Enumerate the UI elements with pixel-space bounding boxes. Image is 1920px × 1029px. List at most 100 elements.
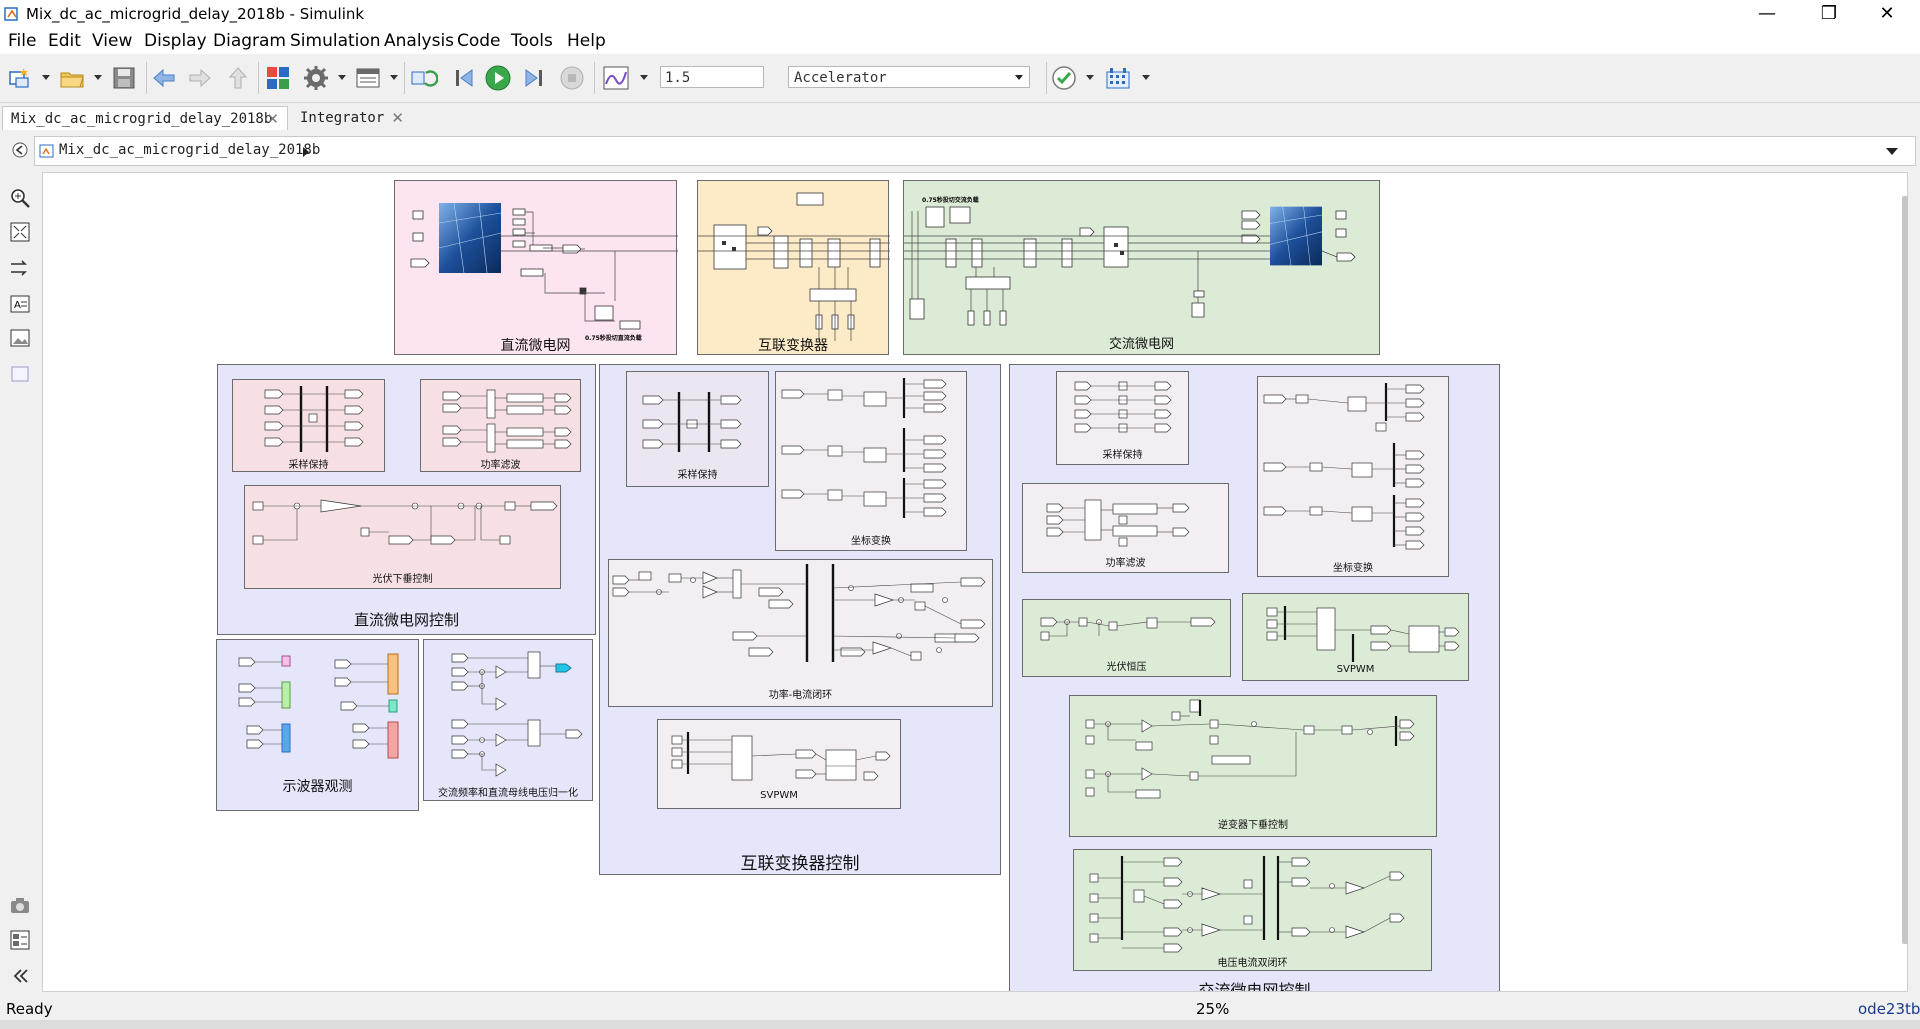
subsystem-dc-power-filter[interactable]: 功率滤波 [420, 379, 581, 472]
chevron-down-icon[interactable] [1086, 75, 1094, 80]
menu-code[interactable]: Code [457, 31, 501, 51]
chevron-down-icon[interactable] [640, 75, 648, 80]
stop-icon[interactable] [558, 64, 586, 92]
chevron-down-icon[interactable] [1142, 75, 1150, 80]
arrow-icon[interactable] [8, 256, 32, 280]
subsystem-ac-sample-hold[interactable]: 采样保持 [1056, 371, 1189, 465]
annotation-icon[interactable]: A [8, 292, 32, 316]
subsystem-ac-svpwm[interactable]: SVPWM [1242, 593, 1469, 681]
area-icon[interactable] [8, 362, 32, 386]
subsystem-ic-svpwm[interactable]: SVPWM [657, 719, 901, 809]
subsystem-label: 功率滤波 [480, 460, 521, 471]
interlink-converter-wiring [698, 192, 890, 341]
chevron-down-icon[interactable] [1885, 146, 1899, 156]
model-advisor-icon[interactable] [1050, 64, 1078, 92]
forward-icon[interactable] [186, 64, 214, 92]
area-label: 互联变换器控制 [740, 854, 860, 874]
menu-simulation[interactable]: Simulation [290, 31, 381, 51]
menu-bar: File Edit View Display Diagram Simulatio… [0, 28, 1920, 54]
close-icon[interactable]: ✕ [266, 107, 279, 131]
area-interlink-converter[interactable]: 互联变换器 [697, 180, 890, 355]
step-forward-icon[interactable] [520, 64, 548, 92]
area-dc-grid-control[interactable]: 采样保持 功率滤波 光伏下垂控制 直流微电网控制 [217, 364, 596, 635]
chevron-right-icon[interactable] [301, 146, 311, 158]
coord-transform-wiring [781, 378, 947, 518]
menu-display[interactable]: Display [144, 31, 207, 51]
model-explorer-icon[interactable] [354, 64, 382, 92]
save-icon[interactable] [110, 64, 138, 92]
model-settings-icon[interactable] [302, 64, 330, 92]
build-icon[interactable] [1104, 64, 1132, 92]
subsystem-pv-boost[interactable]: 光伏恒压 [1022, 599, 1231, 677]
solver-link[interactable]: ode23tb [1858, 1000, 1920, 1018]
menu-tools[interactable]: Tools [511, 31, 553, 51]
subsystem-ac-coord-transform[interactable]: 坐标变换 [1257, 376, 1449, 577]
subsystem-dc-sample-hold[interactable]: 采样保持 [232, 379, 385, 472]
area-label: 互联变换器 [758, 338, 828, 354]
area-ac-grid-control[interactable]: 采样保持 坐标变换 功率滤波 光伏恒压 SVPWM 逆变器下垂控制 电压电流双闭… [1009, 364, 1500, 991]
collapse-palette-icon[interactable] [8, 964, 32, 988]
step-back-icon[interactable] [450, 64, 478, 92]
area-dc-microgrid[interactable]: 0.75秒投切直流负载 直流微电网 [394, 180, 678, 355]
menu-help[interactable]: Help [567, 31, 606, 51]
close-button[interactable]: ✕ [1864, 0, 1910, 28]
hide-explorer-icon[interactable] [10, 140, 30, 160]
dc-grid-wiring [410, 208, 678, 330]
model-browser-icon[interactable] [8, 928, 32, 952]
subsystem-ic-sample-hold[interactable]: 采样保持 [626, 371, 769, 487]
menu-view[interactable]: View [92, 31, 132, 51]
subsystem-ic-coord-transform[interactable]: 坐标变换 [775, 371, 967, 551]
window-title: Mix_dc_ac_microgrid_delay_2018b - Simuli… [26, 5, 365, 23]
open-icon[interactable] [58, 64, 86, 92]
subsystem-label: 采样保持 [1102, 450, 1143, 461]
up-icon[interactable] [224, 64, 252, 92]
chevron-down-icon[interactable] [390, 75, 398, 80]
model-canvas[interactable]: 0.75秒投切直流负载 直流微电网 互联变换器 0.75秒投切交流负载 交流微电… [42, 172, 1908, 992]
ac-load-note: 0.75秒投切交流负载 [922, 197, 979, 204]
menu-file[interactable]: File [8, 31, 36, 51]
vertical-scrollbar[interactable] [1902, 196, 1908, 944]
subsystem-label: 坐标变换 [1333, 563, 1373, 574]
chevron-down-icon[interactable] [338, 75, 346, 80]
screenshot-icon[interactable] [8, 894, 32, 918]
menu-edit[interactable]: Edit [48, 31, 81, 51]
close-icon[interactable]: ✕ [391, 106, 404, 130]
subsystem-label: 光伏恒压 [1106, 662, 1147, 673]
subsystem-label: 逆变器下垂控制 [1218, 820, 1288, 831]
subsystem-label: 光伏下垂控制 [372, 574, 433, 585]
tab-integrator[interactable]: Integrator ✕ [292, 106, 412, 130]
simulation-mode-select[interactable]: Accelerator [788, 66, 1030, 88]
subsystem-ac-power-filter[interactable]: 功率滤波 [1022, 483, 1229, 573]
zoom-icon[interactable] [8, 186, 32, 210]
image-icon[interactable] [8, 326, 32, 350]
subsystem-label: 采样保持 [677, 470, 718, 481]
breadcrumb-model[interactable]: Mix_dc_ac_microgrid_delay_2018b [59, 142, 320, 158]
data-inspector-icon[interactable] [602, 64, 630, 92]
menu-diagram[interactable]: Diagram [213, 31, 286, 51]
subsystem-ic-power-current-loop[interactable]: 功率-电流闭环 [608, 559, 993, 707]
subsystem-normalization[interactable]: 交流频率和直流母线电压归一化 [423, 639, 593, 801]
minimize-button[interactable]: — [1744, 0, 1790, 28]
subsystem-pv-droop-control[interactable]: 光伏下垂控制 [244, 485, 561, 589]
subsystem-voltage-current-loop[interactable]: 电压电流双闭环 [1073, 849, 1432, 971]
menu-analysis[interactable]: Analysis [384, 31, 454, 51]
chevron-down-icon[interactable] [94, 75, 102, 80]
stop-time-field[interactable]: 1.5 [660, 66, 764, 88]
area-ac-microgrid[interactable]: 0.75秒投切交流负载 交流微电网 [903, 180, 1380, 355]
back-icon[interactable] [150, 64, 178, 92]
subsystem-inverter-droop-control[interactable]: 逆变器下垂控制 [1069, 695, 1437, 837]
new-model-icon[interactable] [6, 64, 34, 92]
chevron-down-icon[interactable] [42, 75, 50, 80]
subsystem-label: 采样保持 [288, 460, 329, 471]
area-scope-observe[interactable]: 示波器观测 [216, 639, 419, 811]
library-browser-icon[interactable] [264, 64, 292, 92]
fit-to-view-icon[interactable] [8, 220, 32, 244]
run-icon[interactable] [484, 64, 512, 92]
tab-bar: Mix_dc_ac_microgrid_delay_2018b ✕ Integr… [0, 104, 1920, 130]
taskbar-strip [0, 1020, 1920, 1029]
update-diagram-icon[interactable] [410, 64, 438, 92]
area-interlink-control[interactable]: 采样保持 坐标变换 功率-电流闭环 SVPWM 互联变换器控制 [599, 364, 1001, 875]
restore-button[interactable]: ❐ [1806, 0, 1852, 28]
simulink-app-icon [4, 7, 18, 21]
tab-main-model[interactable]: Mix_dc_ac_microgrid_delay_2018b ✕ [2, 106, 288, 130]
